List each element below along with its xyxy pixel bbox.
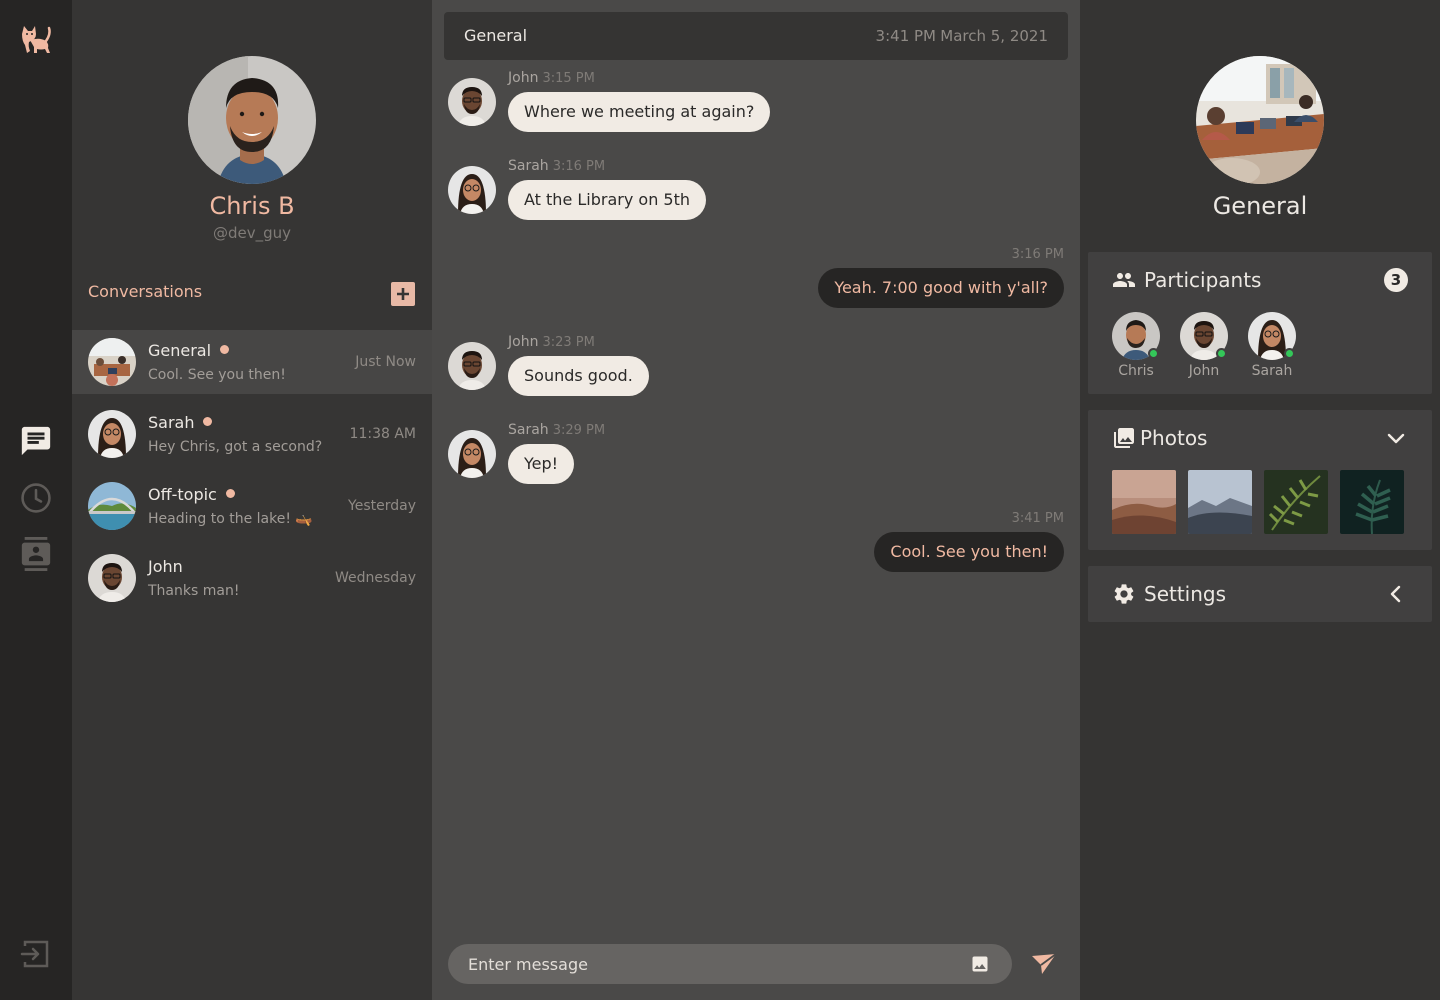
- participants-card: Participants 3 Chris John Sarah: [1088, 252, 1432, 394]
- contacts-icon[interactable]: [18, 536, 54, 572]
- group-name: General: [1212, 192, 1308, 220]
- message-meta: John 3:15 PM: [508, 70, 595, 86]
- participant-john[interactable]: John: [1174, 312, 1234, 379]
- plus-icon: [397, 288, 409, 300]
- conversation-item-general[interactable]: General Cool. See you then! Just Now: [72, 330, 432, 394]
- online-indicator: [1284, 348, 1295, 359]
- photos-title: Photos: [1140, 426, 1208, 450]
- photo-thumbnail[interactable]: [1188, 470, 1252, 534]
- photo-library-icon: [1112, 426, 1136, 450]
- conversation-name: Sarah: [148, 413, 195, 432]
- message-author: John: [508, 70, 539, 86]
- participant-name: John: [1188, 363, 1220, 379]
- online-indicator: [1148, 348, 1159, 359]
- photo-thumbnail[interactable]: [1264, 470, 1328, 534]
- photo-thumbnail[interactable]: [1112, 470, 1176, 534]
- group-avatar: [1196, 56, 1324, 184]
- message-bubble: Yep!: [508, 444, 575, 484]
- message-bubble-outgoing: Yeah. 7:00 good with y'all?: [818, 268, 1064, 308]
- logout-icon[interactable]: [18, 936, 54, 972]
- participant-name: Chris: [1118, 363, 1154, 379]
- people-icon: [1112, 268, 1136, 292]
- cat-logo-icon[interactable]: [18, 22, 54, 58]
- chat-header-date: March 5, 2021: [940, 27, 1048, 45]
- message-bubble: Sounds good.: [508, 356, 649, 396]
- participant-sarah[interactable]: Sarah: [1242, 312, 1302, 379]
- message-avatar-sarah: [448, 430, 496, 478]
- message-avatar-john: [448, 78, 496, 126]
- conversation-item-off-topic[interactable]: Off-topic Heading to the lake! 🛶 Yesterd…: [72, 474, 432, 538]
- conversation-preview: Hey Chris, got a second?: [148, 439, 323, 455]
- message-time: 3:16 PM: [1011, 247, 1064, 262]
- chat-panel: General 3:41 PM March 5, 2021 John 3:15 P…: [432, 0, 1080, 1000]
- conversations-panel: Chris B @dev_guy Conversations General C…: [72, 0, 432, 1000]
- settings-card[interactable]: Settings: [1088, 566, 1432, 622]
- chat-title: General: [464, 26, 528, 45]
- photos-card: Photos: [1088, 410, 1432, 550]
- chat-header-time: 3:41 PM: [875, 27, 936, 45]
- app-rail: [0, 0, 72, 1000]
- profile-name: Chris B: [209, 192, 295, 220]
- message-author: Sarah: [508, 422, 549, 438]
- unread-dot: [225, 489, 235, 498]
- conversation-time: Just Now: [355, 354, 416, 370]
- message-bubble: At the Library on 5th: [508, 180, 707, 220]
- message-meta: Sarah 3:29 PM: [508, 422, 605, 438]
- conversation-avatar: [88, 338, 136, 386]
- conversation-name: John: [148, 557, 183, 576]
- conversation-preview: Cool. See you then!: [148, 367, 286, 383]
- message-time: 3:23 PM: [542, 335, 595, 350]
- message-time: 3:15 PM: [542, 71, 595, 86]
- participants-title: Participants: [1144, 268, 1262, 292]
- conversation-avatar: [88, 410, 136, 458]
- chevron-left-icon[interactable]: [1384, 582, 1408, 606]
- message-meta: Sarah 3:16 PM: [508, 158, 605, 174]
- profile-handle: @dev_guy: [212, 224, 292, 242]
- details-panel: General Participants 3 Chris John Sarah …: [1080, 0, 1440, 1000]
- conversation-time: Wednesday: [334, 570, 416, 586]
- conversation-time: 11:38 AM: [349, 426, 416, 442]
- conversation-name: Off-topic: [148, 485, 217, 504]
- conversation-time: Yesterday: [348, 498, 416, 514]
- conversation-item-sarah[interactable]: Sarah Hey Chris, got a second? 11:38 AM: [72, 402, 432, 466]
- message-meta: John 3:23 PM: [508, 334, 595, 350]
- message-bubble: Where we meeting at again?: [508, 92, 771, 132]
- participant-chris[interactable]: Chris: [1106, 312, 1166, 379]
- message-input[interactable]: [468, 944, 948, 984]
- photo-thumbnail[interactable]: [1340, 470, 1404, 534]
- online-indicator: [1216, 348, 1227, 359]
- message-author: Sarah: [508, 158, 549, 174]
- message-avatar-john: [448, 342, 496, 390]
- add-conversation-button[interactable]: [391, 282, 415, 306]
- conversation-preview: Heading to the lake! 🛶: [148, 511, 313, 527]
- conversations-header: Conversations: [88, 282, 203, 301]
- message-time: 3:29 PM: [552, 423, 606, 438]
- message-bubble-outgoing: Cool. See you then!: [874, 532, 1064, 572]
- message-time: 3:41 PM: [1011, 511, 1064, 526]
- unread-dot: [203, 417, 213, 426]
- image-icon[interactable]: [970, 954, 990, 974]
- profile-avatar[interactable]: [188, 56, 316, 184]
- conversation-avatar: [88, 554, 136, 602]
- participant-count-badge: 3: [1384, 268, 1408, 292]
- clock-icon[interactable]: [18, 480, 54, 516]
- message-time: 3:16 PM: [552, 159, 606, 174]
- chat-header: General 3:41 PM March 5, 2021: [444, 12, 1068, 60]
- send-icon[interactable]: [1030, 950, 1058, 978]
- chat-icon[interactable]: [18, 423, 54, 459]
- participant-name: Sarah: [1251, 363, 1293, 379]
- gear-icon: [1112, 582, 1136, 606]
- conversation-item-john[interactable]: John Thanks man! Wednesday: [72, 546, 432, 610]
- conversation-preview: Thanks man!: [148, 583, 240, 599]
- message-avatar-sarah: [448, 166, 496, 214]
- conversation-avatar: [88, 482, 136, 530]
- unread-dot: [220, 345, 230, 354]
- conversation-name: General: [148, 341, 212, 360]
- chevron-down-icon[interactable]: [1384, 426, 1408, 450]
- message-composer: [448, 944, 1012, 984]
- message-author: John: [508, 334, 539, 350]
- settings-title: Settings: [1144, 582, 1227, 606]
